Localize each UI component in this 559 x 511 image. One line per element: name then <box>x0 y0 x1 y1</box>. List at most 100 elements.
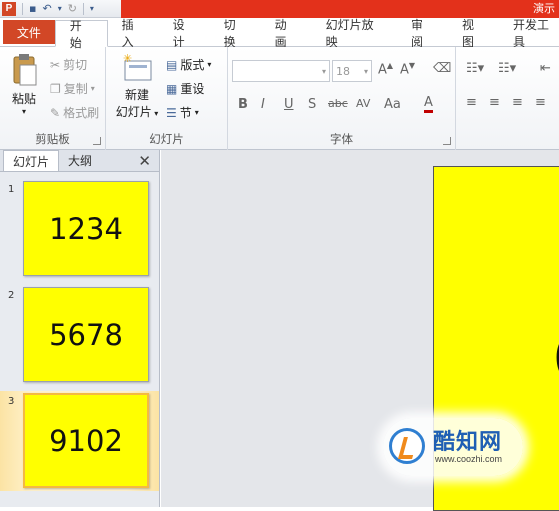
cut-button[interactable]: ✂ 剪切 <box>50 56 87 73</box>
bullets-icon[interactable]: ☷▾ <box>466 61 484 76</box>
justify-icon[interactable]: ≡ <box>535 95 546 110</box>
slide-thumbnail-row[interactable]: 1 1234 <box>0 179 159 279</box>
watermark-url: www.coozhi.com <box>435 454 503 464</box>
reset-icon: ▦ <box>166 81 178 96</box>
section-button[interactable]: ☰ 节 ▾ <box>166 104 199 121</box>
section-icon: ☰ <box>166 105 177 120</box>
change-case-button[interactable]: Aa <box>384 97 401 112</box>
customize-qat-icon[interactable]: ▾ <box>90 4 94 13</box>
copy-label: 复制 <box>63 82 88 96</box>
watermark-title: 酷知网 <box>433 430 503 455</box>
ribbon: 粘贴 ▾ ✂ 剪切 ❐ 复制 ▾ ✎ 格式刷 剪贴板 ✳ 新建 幻灯片 ▾ ▤ … <box>0 47 559 150</box>
chevron-down-icon: ▾ <box>194 108 199 117</box>
new-slide-label-1: 新建 <box>124 88 149 102</box>
section-label: 节 <box>179 106 192 120</box>
clipboard-group-label: 剪贴板 <box>35 132 70 146</box>
tab-transitions[interactable]: 切换 <box>210 18 261 49</box>
close-icon[interactable]: ✕ <box>138 152 151 170</box>
reset-label: 重设 <box>180 82 205 96</box>
tab-home[interactable]: 开始 <box>54 19 108 50</box>
powerpoint-logo-icon: P <box>2 1 16 16</box>
slide-thumbnail-row-selected[interactable]: 3 9102 <box>0 391 159 491</box>
tab-slideshow[interactable]: 幻灯片放映 <box>312 18 397 49</box>
format-painter-button[interactable]: ✎ 格式刷 <box>50 104 99 121</box>
svg-text:✳: ✳ <box>123 53 132 65</box>
font-group: ▾ 18 ▾ A▲ A▼ ⌫ B I U S abc AV Aa A 字体 <box>228 47 456 150</box>
undo-dropdown-icon[interactable]: ▾ <box>58 4 62 13</box>
bold-button[interactable]: B <box>238 97 248 112</box>
ribbon-tabs: 文件 开始 插入 设计 切换 动画 幻灯片放映 审阅 视图 开发工具 <box>0 18 559 50</box>
font-color-button[interactable]: A <box>424 95 433 113</box>
underline-button[interactable]: U <box>284 97 294 112</box>
italic-button[interactable]: I <box>261 97 265 112</box>
layout-button[interactable]: ▤ 版式 ▾ <box>166 56 211 73</box>
layout-icon: ▤ <box>166 57 178 72</box>
font-size-combo[interactable]: 18 ▾ <box>332 60 372 82</box>
decrease-indent-icon[interactable]: ⇤ <box>540 61 551 76</box>
tab-review[interactable]: 审阅 <box>397 18 448 49</box>
character-spacing-button[interactable]: AV <box>356 97 370 110</box>
tab-animations[interactable]: 动画 <box>261 18 312 49</box>
slide-thumbnail-row[interactable]: 2 5678 <box>0 285 159 385</box>
tab-slides[interactable]: 幻灯片 <box>3 150 60 171</box>
brush-icon: ✎ <box>50 105 61 120</box>
slides-pane: 幻灯片 大纲 ✕ 1 1234 2 5678 3 9102 <box>0 150 160 507</box>
strikethrough-button[interactable]: abc <box>328 97 348 110</box>
paragraph-group: ☷▾ ☷▾ ⇤ ≡ ≡ ≡ ≡ <box>456 47 559 150</box>
slide-number: 2 <box>8 290 15 301</box>
undo-icon[interactable]: ↶ <box>42 2 51 15</box>
paste-label: 粘贴 <box>11 92 36 106</box>
tab-developer[interactable]: 开发工具 <box>499 18 559 49</box>
font-name-combo[interactable]: ▾ <box>232 60 330 82</box>
copy-icon: ❐ <box>50 81 61 96</box>
slide-text[interactable]: 9 <box>549 317 559 437</box>
save-icon[interactable]: ▪ <box>29 2 36 15</box>
pane-tabs: 幻灯片 大纲 ✕ <box>0 150 159 172</box>
paste-icon <box>13 54 37 86</box>
copy-button[interactable]: ❐ 复制 ▾ <box>50 80 95 97</box>
slide-thumbnail[interactable]: 9102 <box>23 393 149 488</box>
slide-thumbnail[interactable]: 1234 <box>23 181 149 276</box>
layout-label: 版式 <box>180 58 205 72</box>
slides-group-label: 幻灯片 <box>149 132 184 146</box>
reset-button[interactable]: ▦ 重设 <box>166 80 204 97</box>
paste-button[interactable]: 粘贴 ▾ <box>6 53 42 116</box>
clipboard-launcher-icon[interactable] <box>93 137 101 145</box>
coozhi-logo-icon <box>389 428 425 464</box>
align-left-icon[interactable]: ≡ <box>466 95 477 110</box>
font-group-label: 字体 <box>330 132 353 146</box>
cut-label: 剪切 <box>63 58 88 72</box>
slide-thumbnail[interactable]: 5678 <box>23 287 149 382</box>
numbering-icon[interactable]: ☷▾ <box>498 61 516 76</box>
new-slide-icon: ✳ <box>123 52 152 81</box>
align-right-icon[interactable]: ≡ <box>512 95 523 110</box>
slide-number: 1 <box>8 184 15 195</box>
format-painter-label: 格式刷 <box>63 106 100 120</box>
chevron-down-icon: ▾ <box>207 60 212 69</box>
tab-insert[interactable]: 插入 <box>108 18 159 49</box>
align-center-icon[interactable]: ≡ <box>489 95 500 110</box>
slide-number: 3 <box>8 396 15 407</box>
grow-font-icon[interactable]: A▲ <box>378 61 393 77</box>
chevron-down-icon: ▾ <box>321 66 326 76</box>
tab-view[interactable]: 视图 <box>448 18 499 49</box>
tab-design[interactable]: 设计 <box>159 18 210 49</box>
font-size-value: 18 <box>336 64 350 78</box>
tab-outline[interactable]: 大纲 <box>59 150 101 171</box>
separator <box>82 2 84 15</box>
shrink-font-icon[interactable]: A▼ <box>400 61 415 77</box>
font-launcher-icon[interactable] <box>443 137 451 145</box>
watermark: 酷知网 www.coozhi.com <box>383 418 523 476</box>
clear-formatting-icon[interactable]: ⌫ <box>433 61 451 76</box>
clipboard-group: 粘贴 ▾ ✂ 剪切 ❐ 复制 ▾ ✎ 格式刷 剪贴板 <box>0 47 106 150</box>
chevron-down-icon: ▾ <box>363 66 368 76</box>
redo-icon[interactable]: ↻ <box>68 2 77 15</box>
slides-group: ✳ 新建 幻灯片 ▾ ▤ 版式 ▾ ▦ 重设 ☰ 节 ▾ 幻灯片 <box>106 47 228 150</box>
tab-file[interactable]: 文件 <box>3 20 55 44</box>
paste-dropdown-icon[interactable]: ▾ <box>6 107 42 116</box>
chevron-down-icon: ▾ <box>90 84 95 93</box>
new-slide-button[interactable]: ✳ 新建 幻灯片 ▾ <box>114 52 160 120</box>
scissors-icon: ✂ <box>50 57 61 72</box>
shadow-button[interactable]: S <box>308 97 316 112</box>
separator <box>22 2 23 15</box>
